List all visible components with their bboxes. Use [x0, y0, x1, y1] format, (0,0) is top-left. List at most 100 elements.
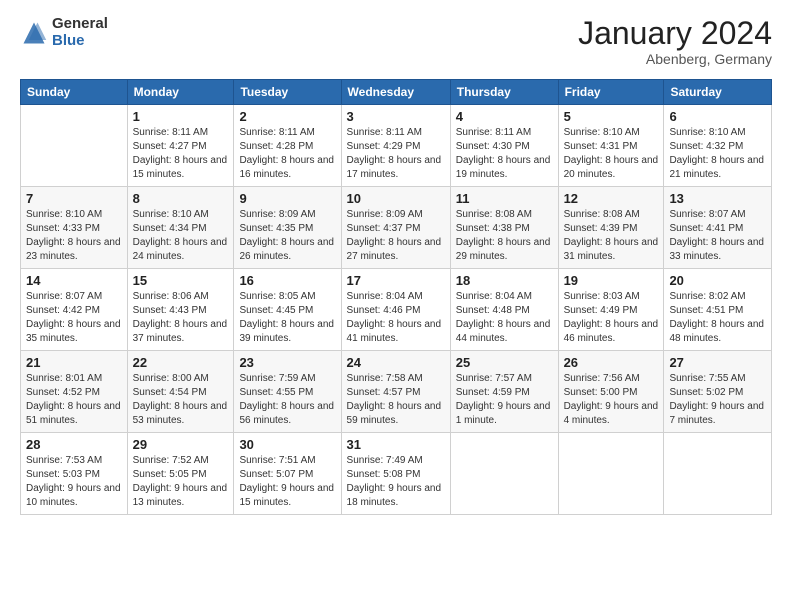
- calendar-cell: 3 Sunrise: 8:11 AMSunset: 4:29 PMDaylight…: [341, 105, 450, 187]
- calendar-cell: 31 Sunrise: 7:49 AMSunset: 5:08 PMDayligh…: [341, 433, 450, 515]
- calendar-header-tuesday: Tuesday: [234, 80, 341, 105]
- calendar-cell: 6 Sunrise: 8:10 AMSunset: 4:32 PMDaylight…: [664, 105, 772, 187]
- calendar-cell: 1 Sunrise: 8:11 AMSunset: 4:27 PMDaylight…: [127, 105, 234, 187]
- day-info: Sunrise: 8:11 AMSunset: 4:27 PMDaylight:…: [133, 126, 229, 182]
- calendar-cell: 20 Sunrise: 8:02 AMSunset: 4:51 PMDayligh…: [664, 269, 772, 351]
- calendar-cell: 9 Sunrise: 8:09 AMSunset: 4:35 PMDaylight…: [234, 187, 341, 269]
- calendar-cell: 25Sunrise: 7:57 AMSunset: 4:59 PMDayligh…: [450, 351, 558, 433]
- day-number: 1: [133, 109, 229, 124]
- day-info: Sunrise: 8:10 AMSunset: 4:34 PMDaylight:…: [133, 208, 229, 264]
- day-number: 9: [239, 191, 335, 206]
- day-number: 31: [347, 437, 445, 452]
- calendar-cell: 2 Sunrise: 8:11 AMSunset: 4:28 PMDaylight…: [234, 105, 341, 187]
- day-number: 19: [564, 273, 659, 288]
- day-number: 10: [347, 191, 445, 206]
- day-info: Sunrise: 8:00 AMSunset: 4:54 PMDaylight:…: [133, 372, 229, 428]
- calendar-cell: 22 Sunrise: 8:00 AMSunset: 4:54 PMDayligh…: [127, 351, 234, 433]
- day-info: Sunrise: 8:11 AMSunset: 4:29 PMDaylight:…: [347, 126, 445, 182]
- day-info: Sunrise: 8:04 AMSunset: 4:48 PMDaylight:…: [456, 290, 553, 346]
- calendar-week-row: 14Sunrise: 8:07 AMSunset: 4:42 PMDayligh…: [21, 269, 772, 351]
- calendar-week-row: 1 Sunrise: 8:11 AMSunset: 4:27 PMDaylight…: [21, 105, 772, 187]
- day-info: Sunrise: 7:51 AMSunset: 5:07 PMDaylight:…: [239, 454, 335, 510]
- calendar-cell: 12 Sunrise: 8:08 AMSunset: 4:39 PMDayligh…: [558, 187, 664, 269]
- day-number: 20: [669, 273, 766, 288]
- day-info: Sunrise: 8:10 AMSunset: 4:31 PMDaylight:…: [564, 126, 659, 182]
- day-info: Sunrise: 8:11 AMSunset: 4:30 PMDaylight:…: [456, 126, 553, 182]
- day-number: 4: [456, 109, 553, 124]
- day-number: 6: [669, 109, 766, 124]
- calendar-cell: 17 Sunrise: 8:04 AMSunset: 4:46 PMDayligh…: [341, 269, 450, 351]
- calendar-cell: 28 Sunrise: 7:53 AMSunset: 5:03 PMDayligh…: [21, 433, 128, 515]
- day-info: Sunrise: 8:05 AMSunset: 4:45 PMDaylight:…: [239, 290, 335, 346]
- calendar-cell: 19 Sunrise: 8:03 AMSunset: 4:49 PMDayligh…: [558, 269, 664, 351]
- day-info: Sunrise: 8:10 AMSunset: 4:33 PMDaylight:…: [26, 208, 122, 264]
- day-number: 28: [26, 437, 122, 452]
- day-number: 16: [239, 273, 335, 288]
- day-number: 7: [26, 191, 122, 206]
- day-info: Sunrise: 8:04 AMSunset: 4:46 PMDaylight:…: [347, 290, 445, 346]
- day-number: 12: [564, 191, 659, 206]
- day-info: Sunrise: 7:55 AMSunset: 5:02 PMDaylight:…: [669, 372, 766, 428]
- calendar-cell: 16 Sunrise: 8:05 AMSunset: 4:45 PMDayligh…: [234, 269, 341, 351]
- calendar-header-row: SundayMondayTuesdayWednesdayThursdayFrid…: [21, 80, 772, 105]
- logo-blue-text: Blue: [52, 33, 108, 50]
- calendar-header-sunday: Sunday: [21, 80, 128, 105]
- logo-text: General Blue: [52, 16, 108, 49]
- calendar-week-row: 28 Sunrise: 7:53 AMSunset: 5:03 PMDayligh…: [21, 433, 772, 515]
- day-number: 30: [239, 437, 335, 452]
- calendar-header-saturday: Saturday: [664, 80, 772, 105]
- calendar-week-row: 7 Sunrise: 8:10 AMSunset: 4:33 PMDaylight…: [21, 187, 772, 269]
- logo-icon: [20, 19, 48, 47]
- location: Abenberg, Germany: [578, 51, 772, 67]
- day-number: 5: [564, 109, 659, 124]
- calendar-week-row: 21 Sunrise: 8:01 AMSunset: 4:52 PMDayligh…: [21, 351, 772, 433]
- day-info: Sunrise: 8:06 AMSunset: 4:43 PMDaylight:…: [133, 290, 229, 346]
- day-info: Sunrise: 8:10 AMSunset: 4:32 PMDaylight:…: [669, 126, 766, 182]
- calendar-cell: 27Sunrise: 7:55 AMSunset: 5:02 PMDayligh…: [664, 351, 772, 433]
- calendar-cell: [664, 433, 772, 515]
- day-number: 2: [239, 109, 335, 124]
- day-number: 24: [347, 355, 445, 370]
- calendar-cell: [558, 433, 664, 515]
- calendar-cell: 11Sunrise: 8:08 AMSunset: 4:38 PMDayligh…: [450, 187, 558, 269]
- calendar-cell: 24 Sunrise: 7:58 AMSunset: 4:57 PMDayligh…: [341, 351, 450, 433]
- day-info: Sunrise: 7:49 AMSunset: 5:08 PMDaylight:…: [347, 454, 445, 510]
- day-info: Sunrise: 8:03 AMSunset: 4:49 PMDaylight:…: [564, 290, 659, 346]
- calendar-cell: [21, 105, 128, 187]
- day-info: Sunrise: 7:52 AMSunset: 5:05 PMDaylight:…: [133, 454, 229, 510]
- day-number: 25: [456, 355, 553, 370]
- day-info: Sunrise: 7:59 AMSunset: 4:55 PMDaylight:…: [239, 372, 335, 428]
- month-title: January 2024: [578, 16, 772, 51]
- day-info: Sunrise: 7:53 AMSunset: 5:03 PMDaylight:…: [26, 454, 122, 510]
- calendar-cell: 30 Sunrise: 7:51 AMSunset: 5:07 PMDayligh…: [234, 433, 341, 515]
- day-info: Sunrise: 8:02 AMSunset: 4:51 PMDaylight:…: [669, 290, 766, 346]
- day-info: Sunrise: 8:08 AMSunset: 4:39 PMDaylight:…: [564, 208, 659, 264]
- day-info: Sunrise: 8:09 AMSunset: 4:35 PMDaylight:…: [239, 208, 335, 264]
- day-info: Sunrise: 8:07 AMSunset: 4:41 PMDaylight:…: [669, 208, 766, 264]
- day-number: 21: [26, 355, 122, 370]
- day-info: Sunrise: 8:11 AMSunset: 4:28 PMDaylight:…: [239, 126, 335, 182]
- title-block: January 2024 Abenberg, Germany: [578, 16, 772, 67]
- day-info: Sunrise: 7:58 AMSunset: 4:57 PMDaylight:…: [347, 372, 445, 428]
- calendar-cell: 4 Sunrise: 8:11 AMSunset: 4:30 PMDaylight…: [450, 105, 558, 187]
- day-number: 26: [564, 355, 659, 370]
- day-info: Sunrise: 8:09 AMSunset: 4:37 PMDaylight:…: [347, 208, 445, 264]
- calendar-header-friday: Friday: [558, 80, 664, 105]
- calendar-cell: 14Sunrise: 8:07 AMSunset: 4:42 PMDayligh…: [21, 269, 128, 351]
- calendar-cell: 21 Sunrise: 8:01 AMSunset: 4:52 PMDayligh…: [21, 351, 128, 433]
- day-number: 17: [347, 273, 445, 288]
- day-number: 29: [133, 437, 229, 452]
- calendar-header-wednesday: Wednesday: [341, 80, 450, 105]
- calendar-cell: [450, 433, 558, 515]
- calendar-cell: 8 Sunrise: 8:10 AMSunset: 4:34 PMDaylight…: [127, 187, 234, 269]
- day-number: 22: [133, 355, 229, 370]
- day-number: 3: [347, 109, 445, 124]
- day-info: Sunrise: 8:01 AMSunset: 4:52 PMDaylight:…: [26, 372, 122, 428]
- calendar-cell: 29 Sunrise: 7:52 AMSunset: 5:05 PMDayligh…: [127, 433, 234, 515]
- day-info: Sunrise: 8:07 AMSunset: 4:42 PMDaylight:…: [26, 290, 122, 346]
- day-number: 8: [133, 191, 229, 206]
- page: General Blue January 2024 Abenberg, Germ…: [0, 0, 792, 612]
- day-info: Sunrise: 8:08 AMSunset: 4:38 PMDaylight:…: [456, 208, 553, 264]
- logo-general-text: General: [52, 16, 108, 33]
- header: General Blue January 2024 Abenberg, Germ…: [20, 16, 772, 67]
